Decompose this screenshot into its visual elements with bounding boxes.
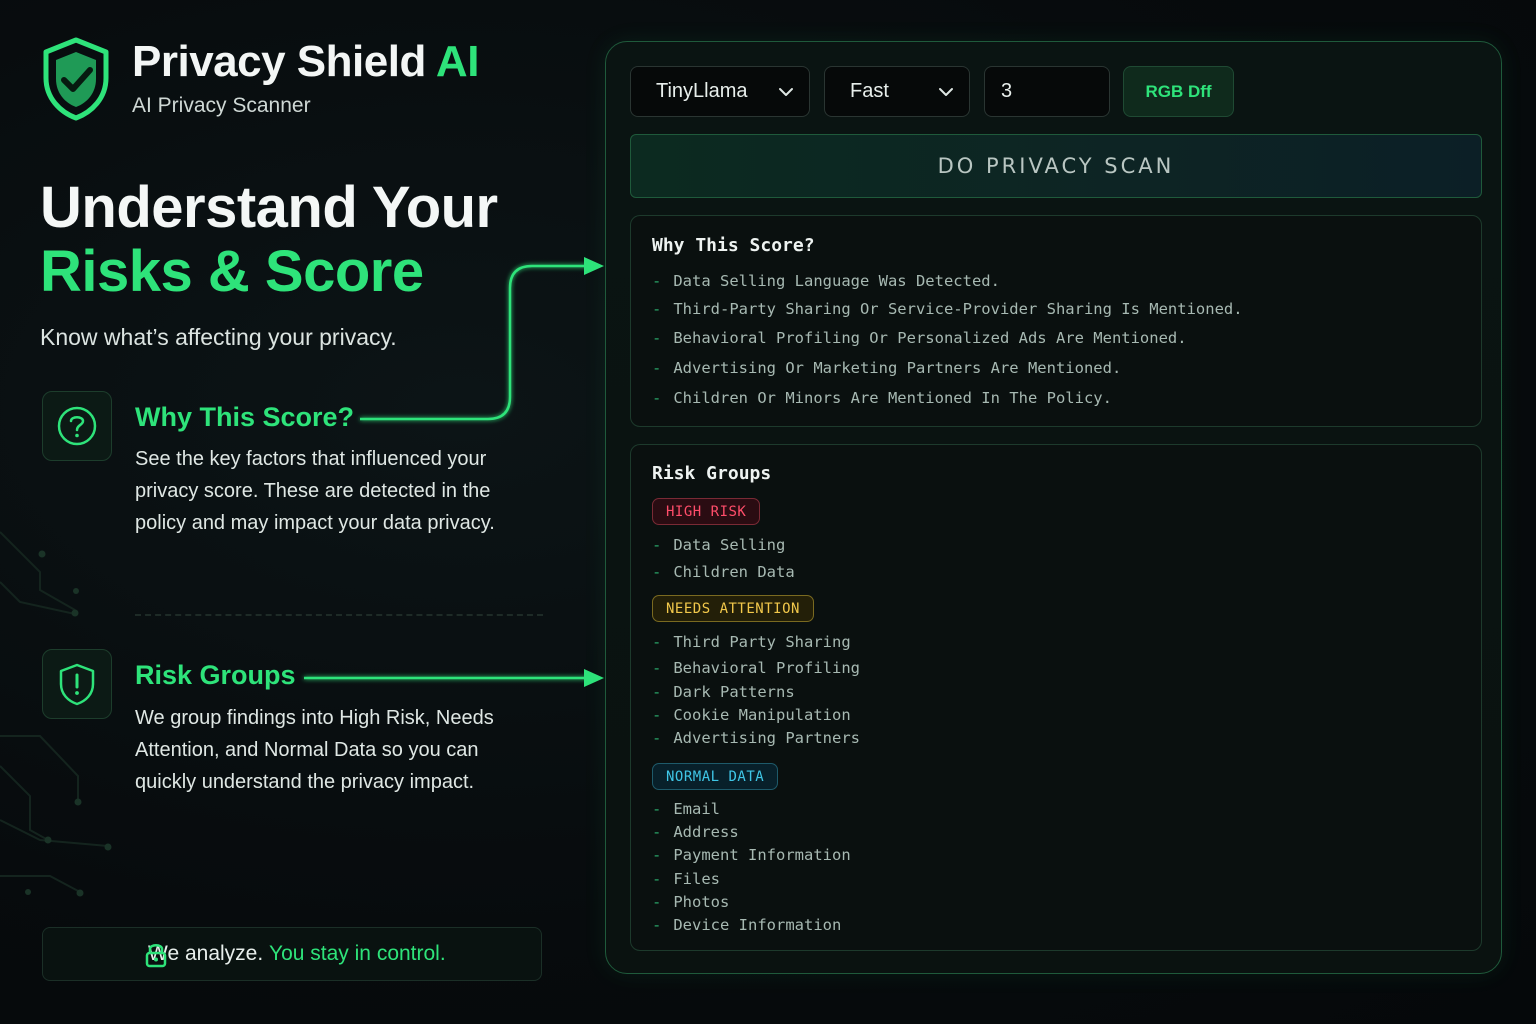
list-item: - Device Information <box>652 916 842 934</box>
app-subtitle: AI Privacy Scanner <box>132 94 311 117</box>
count-input[interactable]: 3 <box>984 66 1110 117</box>
hero-heading-line1: Understand Your <box>40 175 498 240</box>
list-item: - Third Party Sharing <box>652 633 851 651</box>
rgb-diff-button[interactable]: RGB Dff <box>1123 66 1234 117</box>
list-item: - Data Selling Language Was Detected. <box>652 272 1000 290</box>
feature-why-title: Why This Score? <box>135 402 355 432</box>
feature-groups-description: We group findings into High Risk, Needs … <box>135 707 494 793</box>
speed-select[interactable]: Fast <box>824 66 970 117</box>
chevron-down-icon <box>779 88 793 96</box>
hero-tagline: Know what’s affecting your privacy. <box>40 324 397 350</box>
groups-card-title: Risk Groups <box>652 463 772 484</box>
model-select-value: TinyLlama <box>656 80 748 102</box>
list-item: - Address <box>652 823 739 841</box>
speed-select-value: Fast <box>850 80 889 102</box>
list-item: - Data Selling <box>652 536 786 554</box>
scanner-panel: TinyLlama Fast 3 RGB Dff DO PRIVACY SCAN… <box>605 41 1502 974</box>
arrow-groups-head <box>584 669 604 687</box>
list-item: - Files <box>652 870 721 888</box>
why-score-card: Why This Score? - Data Selling Language W… <box>630 215 1482 427</box>
list-item: - Advertising Or Marketing Partners Are M… <box>652 359 1122 377</box>
app-root: Privacy Shield AI AI Privacy Scanner Und… <box>0 0 1536 1024</box>
high-risk-badge: HIGH RISK <box>652 498 761 525</box>
chevron-down-icon <box>939 88 953 96</box>
list-item: - Children Or Minors Are Mentioned In The… <box>652 389 1112 407</box>
shield-alert-icon <box>42 649 112 719</box>
list-item: - Dark Patterns <box>652 683 795 701</box>
shield-check-icon <box>43 37 109 121</box>
arrow-why-head <box>584 257 604 275</box>
footer-trust-banner: We analyze. You stay in control. <box>42 927 542 981</box>
model-select[interactable]: TinyLlama <box>630 66 810 117</box>
privacy-scan-button[interactable]: DO PRIVACY SCAN <box>630 134 1482 198</box>
why-card-title: Why This Score? <box>652 235 815 256</box>
normal-data-badge: NORMAL DATA <box>652 763 779 790</box>
list-item: - Behavioral Profiling <box>652 659 860 677</box>
app-title: Privacy Shield AI <box>132 37 479 86</box>
list-item: - Photos <box>652 893 730 911</box>
list-item: - Payment Information <box>652 846 851 864</box>
footer-text-accent: You stay in control. <box>269 942 446 965</box>
list-item: - Behavioral Profiling Or Personalized Ad… <box>652 329 1187 347</box>
list-item: - Advertising Partners <box>652 729 860 747</box>
list-item: - Children Data <box>652 563 795 581</box>
lock-icon <box>145 944 167 968</box>
circuit-decoration <box>0 531 112 897</box>
feature-why-description: See the key factors that influenced your… <box>135 448 495 534</box>
list-item: - Cookie Manipulation <box>652 706 851 724</box>
brand-header: Privacy Shield AI AI Privacy Scanner <box>40 36 479 122</box>
question-circle-icon <box>42 391 112 461</box>
count-input-value: 3 <box>1001 80 1013 102</box>
list-item: - Email <box>652 800 721 818</box>
hero-section: Understand Your Risks & Score Know what’… <box>40 176 498 351</box>
risk-groups-card: Risk Groups HIGH RISK - Data Selling - Chi… <box>630 444 1482 951</box>
section-divider <box>135 614 543 616</box>
list-item: - Third-Party Sharing Or Service-Provider… <box>652 300 1243 318</box>
hero-heading-line2: Risks & Score <box>40 239 424 304</box>
needs-attention-badge: NEEDS ATTENTION <box>652 595 814 622</box>
feature-groups-title: Risk Groups <box>135 660 296 690</box>
